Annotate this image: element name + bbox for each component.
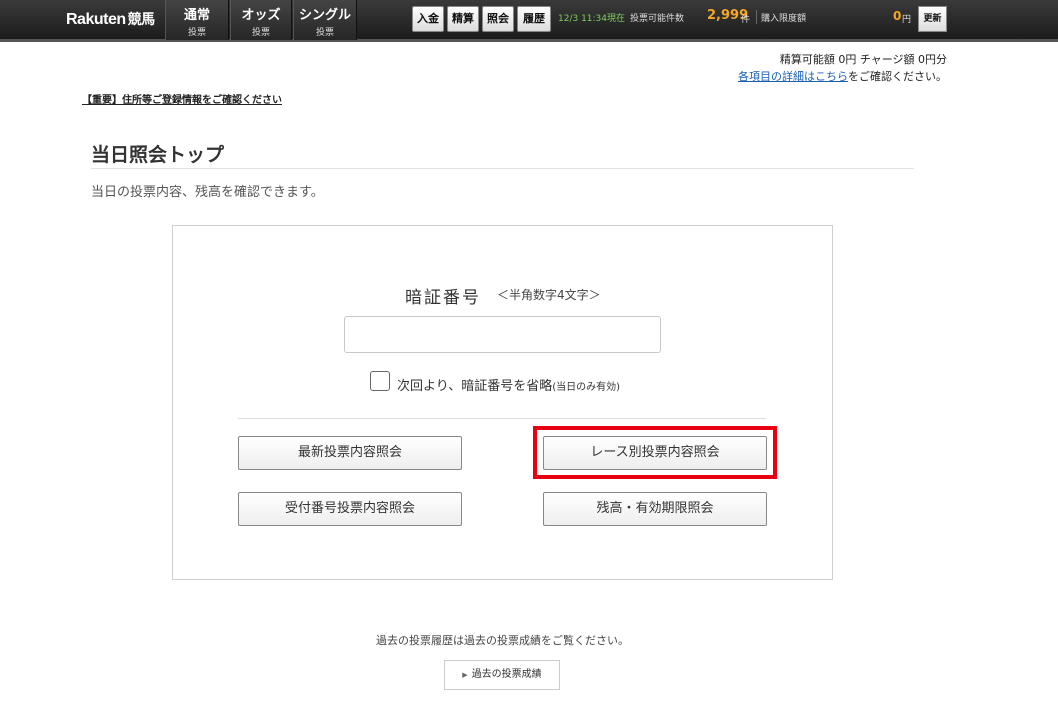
logo-kanji: 競馬 bbox=[127, 11, 156, 27]
inquiry-button[interactable]: 照会 bbox=[482, 6, 514, 32]
settle-button[interactable]: 精算 bbox=[447, 6, 479, 32]
important-notice-link[interactable]: 【重要】住所等ご登録情報をご確認ください bbox=[82, 91, 282, 106]
remember-pin-label[interactable]: 次回より、暗証番号を省略(当日のみ有効) bbox=[397, 375, 620, 394]
past-results-button-label: 過去の投票成績 bbox=[471, 669, 542, 680]
limit-label: 購入限度額 bbox=[761, 14, 807, 24]
tab-odds-sub: 投票 bbox=[251, 28, 270, 38]
refresh-button[interactable]: 更新 bbox=[918, 6, 947, 32]
limit-value: 0 bbox=[893, 9, 902, 23]
play-arrow-icon: ▶ bbox=[462, 671, 468, 679]
tab-odds-vote[interactable]: オッズ 投票 bbox=[230, 0, 292, 40]
tab-odds-title: オッズ bbox=[241, 8, 281, 23]
detail-suffix: をご確認ください。 bbox=[848, 70, 947, 83]
settle-amount-text: 精算可能額 0円 チャージ額 0円分 bbox=[779, 53, 947, 66]
tab-normal-sub: 投票 bbox=[187, 28, 206, 38]
datetime-text: 12/3 11:34現在 bbox=[558, 14, 626, 24]
tab-normal-vote[interactable]: 通常 投票 bbox=[165, 0, 229, 40]
past-results-text: 過去の投票履歴は過去の投票成績をご覧ください。 bbox=[376, 634, 629, 647]
topbar-divider bbox=[756, 10, 757, 24]
balance-expiry-inquiry-button[interactable]: 残高・有効期限照会 bbox=[543, 492, 767, 526]
top-navigation-bar: Rakuten 競馬 通常 投票 オッズ 投票 シングル 投票 入金 精算 照会 … bbox=[0, 0, 1058, 42]
deposit-button[interactable]: 入金 bbox=[412, 6, 444, 32]
vote-count-unit: 件 bbox=[741, 15, 751, 25]
tab-single-sub: 投票 bbox=[315, 28, 334, 38]
pin-input[interactable] bbox=[344, 316, 661, 353]
panel-divider bbox=[238, 418, 766, 419]
highlight-box bbox=[533, 426, 777, 479]
latest-vote-inquiry-button[interactable]: 最新投票内容照会 bbox=[238, 436, 462, 470]
inquiry-panel bbox=[172, 225, 833, 580]
page-description: 当日の投票内容、残高を確認できます。 bbox=[91, 185, 324, 200]
detail-link[interactable]: 各項目の詳細はこちら bbox=[738, 70, 848, 83]
past-results-button[interactable]: ▶ 過去の投票成績 bbox=[444, 660, 560, 690]
logo-text: Rakuten bbox=[66, 11, 126, 28]
history-button[interactable]: 履歴 bbox=[517, 6, 551, 32]
page-title: 当日照会トップ bbox=[91, 144, 225, 166]
remember-pin-text: 次回より、暗証番号を省略 bbox=[397, 379, 553, 394]
pin-label: 暗証番号 bbox=[405, 288, 481, 308]
tab-single-title: シングル bbox=[298, 8, 351, 23]
receipt-number-inquiry-button[interactable]: 受付番号投票内容照会 bbox=[238, 492, 462, 526]
remember-pin-checkbox[interactable] bbox=[370, 371, 390, 391]
tab-single-vote[interactable]: シングル 投票 bbox=[293, 0, 357, 40]
vote-count-label: 投票可能件数 bbox=[630, 14, 685, 24]
limit-unit: 円 bbox=[902, 15, 912, 25]
rakuten-keiba-logo[interactable]: Rakuten 競馬 bbox=[66, 9, 155, 29]
title-divider bbox=[91, 168, 914, 169]
detail-line: 各項目の詳細はこちらをご確認ください。 bbox=[738, 68, 947, 84]
remember-pin-note: (当日のみ有効) bbox=[552, 382, 621, 393]
tab-normal-title: 通常 bbox=[183, 8, 210, 23]
pin-hint: ＜半角数字4文字＞ bbox=[497, 288, 601, 302]
